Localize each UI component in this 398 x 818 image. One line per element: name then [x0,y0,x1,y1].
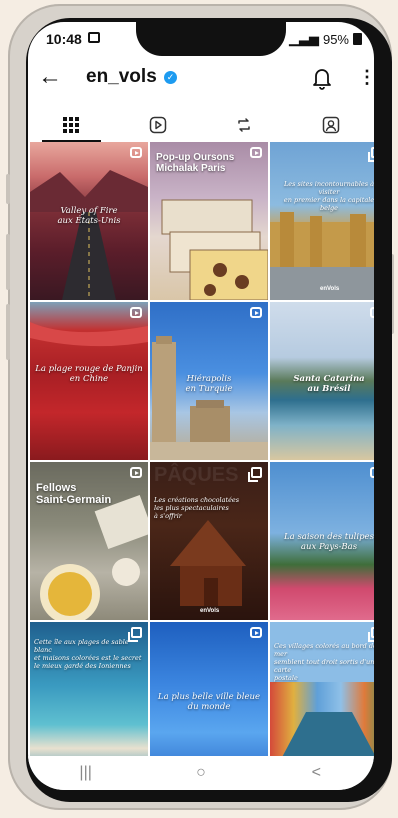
post-caption: La plage rouge de Panjin en Chine [35,364,143,384]
profile-header: ← en_vols ✓ ⋮ [28,58,374,102]
home-button[interactable]: ○ [171,759,231,787]
reel-icon [250,627,262,638]
post-tile[interactable]: Fellows Saint-Germain [30,462,148,620]
post-caption: La plus belle ville bleue du monde [157,692,261,712]
more-options-icon[interactable]: ⋮ [358,64,374,90]
post-tile[interactable]: Valley of Fire aux États-Unis [30,142,148,300]
carousel-icon [248,467,262,482]
reels-icon [149,116,166,134]
city-square-illustration [270,212,374,300]
tab-tagged[interactable] [288,108,375,142]
post-caption: Ces villages colorés au bord de la mer s… [274,642,374,682]
volume-up-button [6,234,10,290]
post-caption: Les créations chocolatées les plus spect… [154,496,240,520]
post-tile[interactable]: Les sites incontournables à visiter en p… [270,142,374,300]
verified-badge-icon: ✓ [164,71,177,84]
carousel-icon [128,627,142,642]
posts-grid: Valley of Fire aux États-Unis Pop-up Our… [30,142,374,780]
reel-icon [130,147,142,158]
reel-icon [130,467,142,478]
chocolate-house-illustration [170,520,246,606]
battery-percent: 95% [322,31,349,47]
post-tile[interactable]: Pop-up Oursons Michalak Paris [150,142,268,300]
side-button [6,174,10,204]
brand-watermark: enVols [200,608,220,614]
post-caption: Santa Catarina au Brésil [293,374,365,394]
bell-icon[interactable] [311,66,333,90]
reel-icon [250,147,262,158]
post-tile[interactable]: Hiérapolis en Turquie [150,302,268,460]
post-caption: Fellows Saint-Germain [36,482,112,506]
carousel-icon [368,627,374,642]
tagged-person-icon [322,116,339,134]
post-caption: Les sites incontournables à visiter en p… [283,180,374,212]
tab-reels[interactable] [115,108,202,142]
status-time: 10:48 [46,31,82,47]
profile-tabs [28,108,374,142]
reel-icon [130,307,142,318]
post-tile[interactable]: La saison des tulipes aux Pays-Bas [270,462,374,620]
camera-notch [136,22,286,56]
gallery-notification-icon [88,32,100,43]
system-nav-bar: ||| ○ < [28,756,374,790]
reel-icon [250,307,262,318]
grid-icon [63,117,80,133]
post-caption: La saison des tulipes aux Pays-Bas [284,532,374,552]
tab-reposts[interactable] [201,108,288,142]
battery-icon [353,33,362,45]
reel-icon [370,467,374,478]
post-caption: Pop-up Oursons Michalak Paris [156,152,235,174]
back-arrow-icon[interactable]: ← [38,64,64,90]
post-caption: Valley of Fire aux États-Unis [57,206,121,226]
brand-watermark: enVols [320,286,340,292]
signal-icon: ▁▃▅ [288,31,319,46]
profile-username: en_vols [86,66,157,87]
post-tile[interactable]: La plage rouge de Panjin en Chine [30,302,148,460]
back-button[interactable]: < [286,759,346,787]
screen: 10:48 ᵴ ≋ ▁▃▅ 95% ← en_vols ✓ ⋮ [28,22,374,790]
carousel-icon [368,147,374,162]
repost-icon [238,118,250,132]
post-caption: Hiérapolis en Turquie [185,374,233,394]
post-tile[interactable]: Santa Catarina au Brésil [270,302,374,460]
tab-grid[interactable] [28,108,115,142]
post-caption: Cette île aux plages de sable blanc et m… [34,638,142,670]
volume-down-button [6,304,10,360]
recents-button[interactable]: ||| [56,759,116,787]
post-tile[interactable]: PÂQUES Les créations chocolatées les plu… [150,462,268,620]
reel-icon [370,307,374,318]
